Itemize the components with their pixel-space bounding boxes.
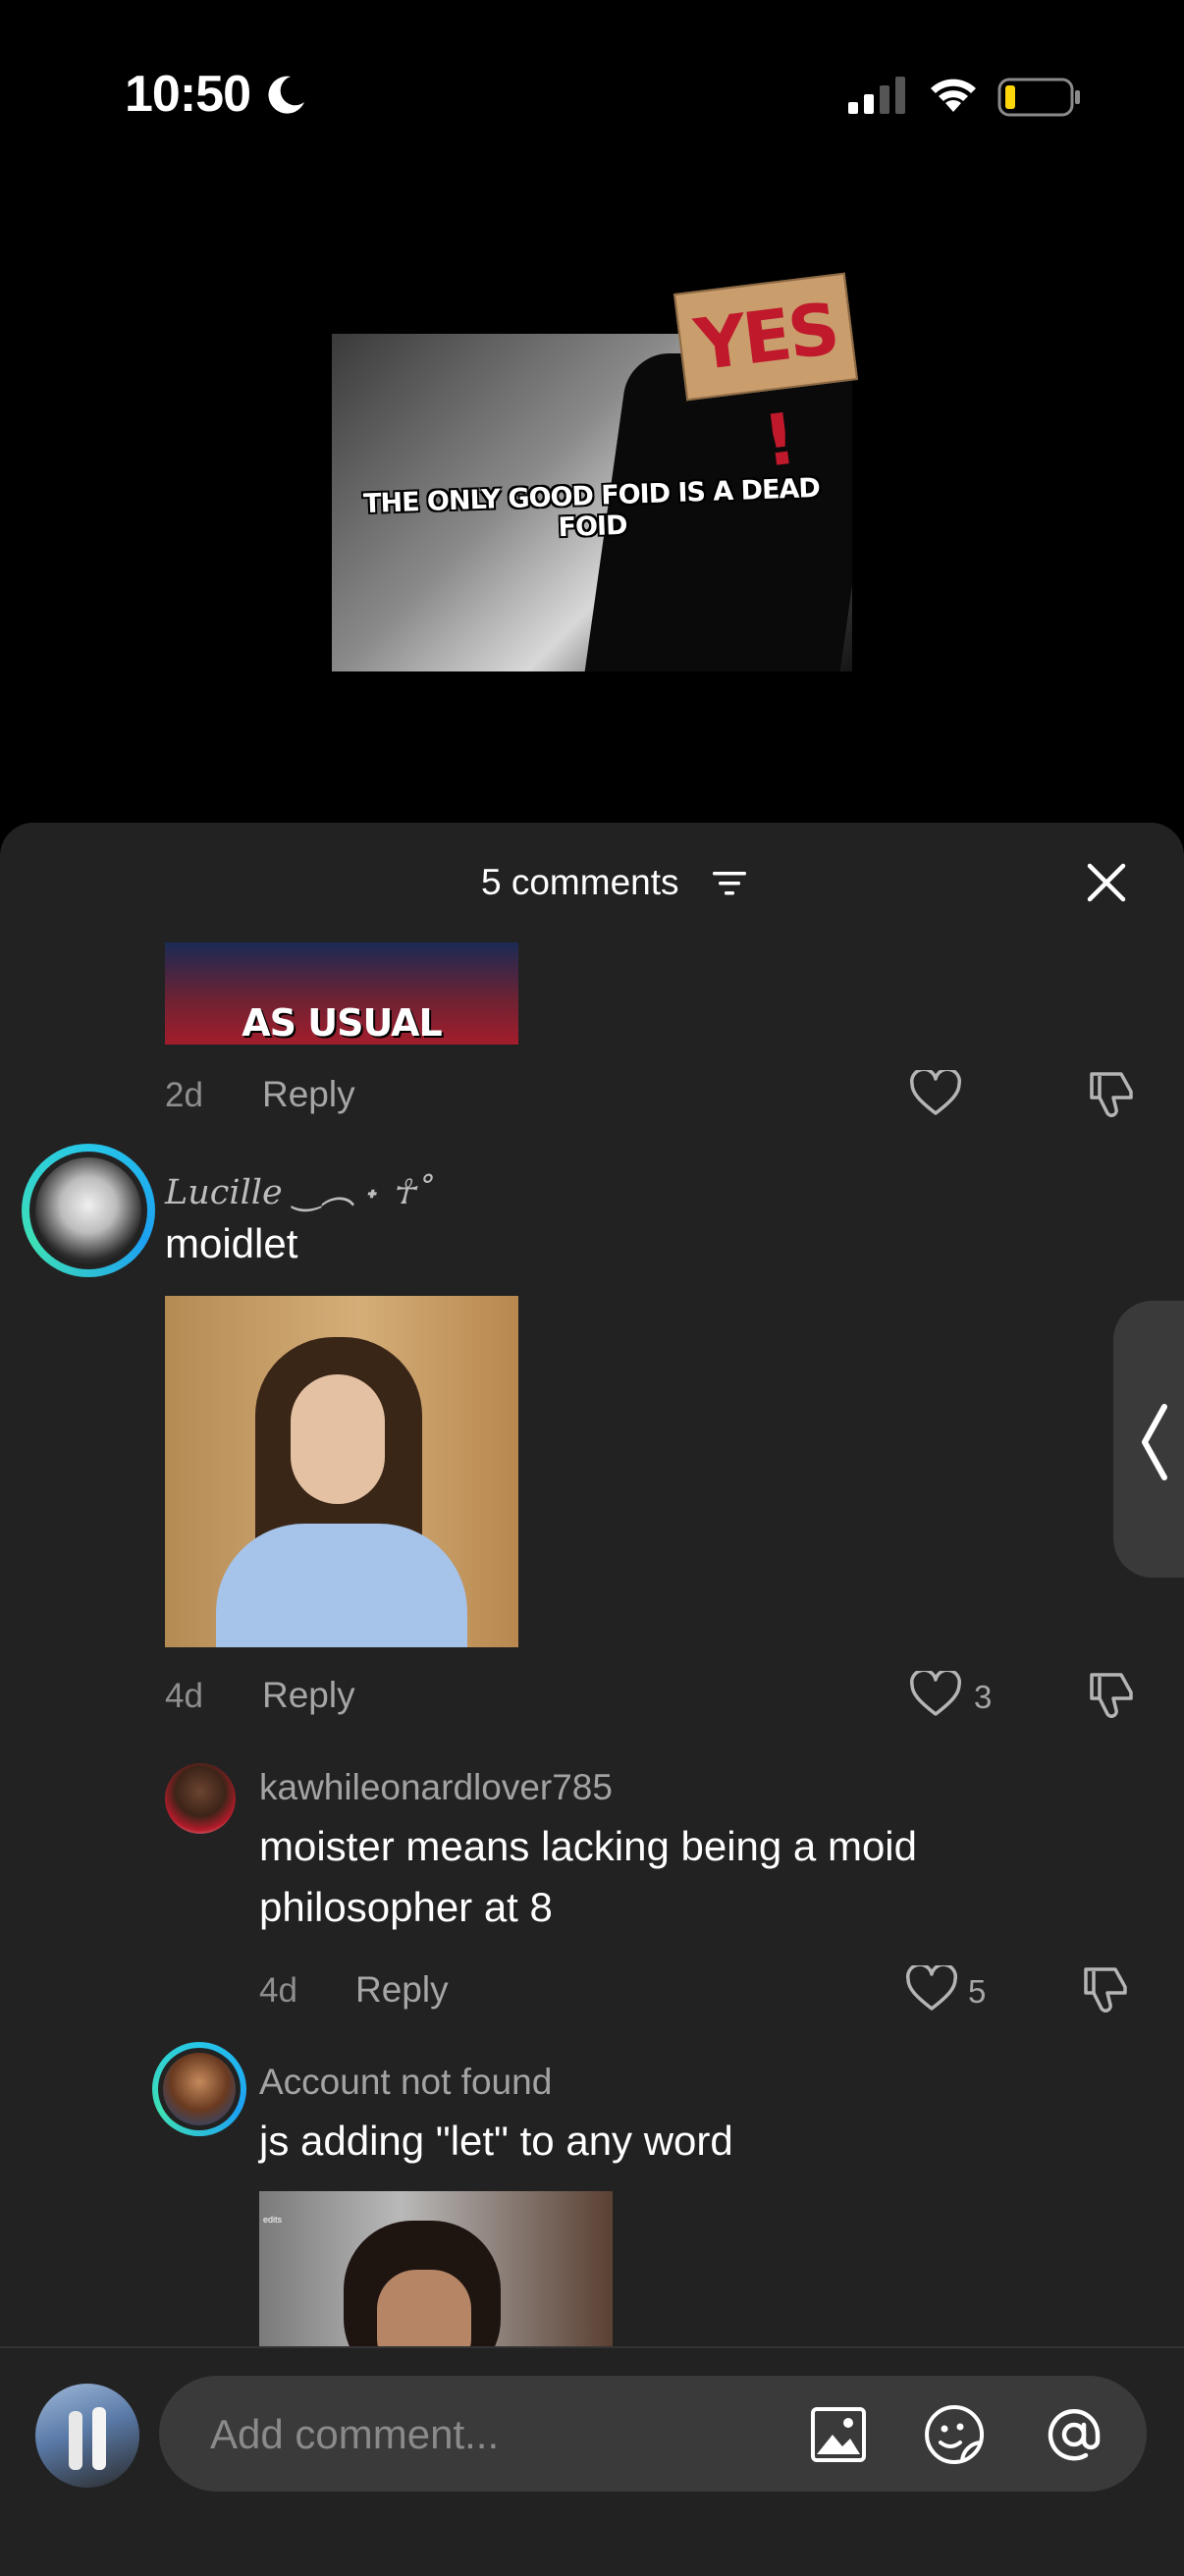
- reply-text: js adding "let" to any word: [259, 2118, 733, 2164]
- avatar-photo: [35, 1157, 141, 1263]
- signal-icon: [848, 77, 905, 114]
- reply-username[interactable]: kawhileonardlover785: [259, 1767, 613, 1808]
- avatar-photo: [163, 2053, 236, 2125]
- comment-field: [159, 2376, 1147, 2494]
- status-bar: 10:50: [0, 0, 1184, 187]
- avatar-figure: [92, 2407, 106, 2470]
- reply-text-line2: philosopher at 8: [259, 1884, 553, 1930]
- comment-username[interactable]: Lucille ‿︵ ˖ ☥˚: [165, 1164, 434, 1214]
- avatar-lucille[interactable]: [22, 1144, 155, 1277]
- moon-icon: [268, 76, 304, 114]
- comment-image[interactable]: [165, 1296, 518, 1647]
- heart-icon[interactable]: [905, 1965, 958, 2012]
- sticker-icon[interactable]: [923, 2403, 986, 2466]
- reply-button[interactable]: Reply: [262, 1675, 355, 1716]
- comment-time: 2d: [165, 1076, 203, 1114]
- battery-icon: [997, 78, 1080, 117]
- heart-icon[interactable]: [909, 1671, 962, 1718]
- comment-image-as-usual[interactable]: AS USUAL: [165, 942, 518, 1045]
- thumbs-down-icon[interactable]: [1086, 1669, 1139, 1720]
- wifi-icon: [931, 79, 976, 112]
- reply-image[interactable]: edits: [259, 2191, 613, 2358]
- image-face: [291, 1374, 385, 1504]
- reply-image-caption: edits: [263, 2215, 283, 2225]
- status-time: 10:50: [125, 66, 251, 123]
- reply-button[interactable]: Reply: [262, 1074, 355, 1115]
- image-face: [377, 2270, 471, 2358]
- reply-text-line1: moister means lacking being a moid: [259, 1823, 917, 1869]
- thumbs-down-icon[interactable]: [1080, 1963, 1133, 2014]
- at-icon[interactable]: [1043, 2403, 1105, 2466]
- comment-time: 4d: [165, 1677, 203, 1715]
- avatar-account-not-found[interactable]: [152, 2042, 246, 2136]
- comments-count: 5 comments: [481, 862, 679, 902]
- reply-button[interactable]: Reply: [355, 1969, 449, 2011]
- heart-icon[interactable]: [909, 1070, 962, 1117]
- filter-icon[interactable]: [711, 868, 748, 899]
- comment-text: moidlet: [165, 1220, 298, 1266]
- side-panel-handle[interactable]: [1113, 1301, 1184, 1578]
- comment-input-bar: [0, 2346, 1184, 2576]
- add-comment-input[interactable]: [208, 2376, 703, 2494]
- like-count: 5: [968, 1973, 987, 2010]
- comments-header: 5 comments: [0, 823, 1184, 946]
- reply-username[interactable]: Account not found: [259, 2062, 552, 2103]
- avatar-kawhileonardlover785[interactable]: [165, 1763, 236, 1834]
- thumbs-down-icon[interactable]: [1086, 1068, 1139, 1119]
- post-sign: YES !: [673, 272, 859, 483]
- avatar-figure: [69, 2411, 82, 2470]
- comment-image-caption: AS USUAL: [242, 1001, 443, 1045]
- image-shirt: [216, 1524, 467, 1647]
- close-icon[interactable]: [1086, 862, 1127, 903]
- chevron-left-icon: [1142, 1404, 1167, 1480]
- current-user-avatar[interactable]: [35, 2384, 139, 2488]
- comments-sheet: 5 comments AS USUAL 2d Reply Lucille ‿︵ …: [0, 823, 1184, 2574]
- like-count: 3: [974, 1679, 993, 1715]
- image-icon[interactable]: [809, 2405, 868, 2464]
- reply-time: 4d: [259, 1971, 297, 2010]
